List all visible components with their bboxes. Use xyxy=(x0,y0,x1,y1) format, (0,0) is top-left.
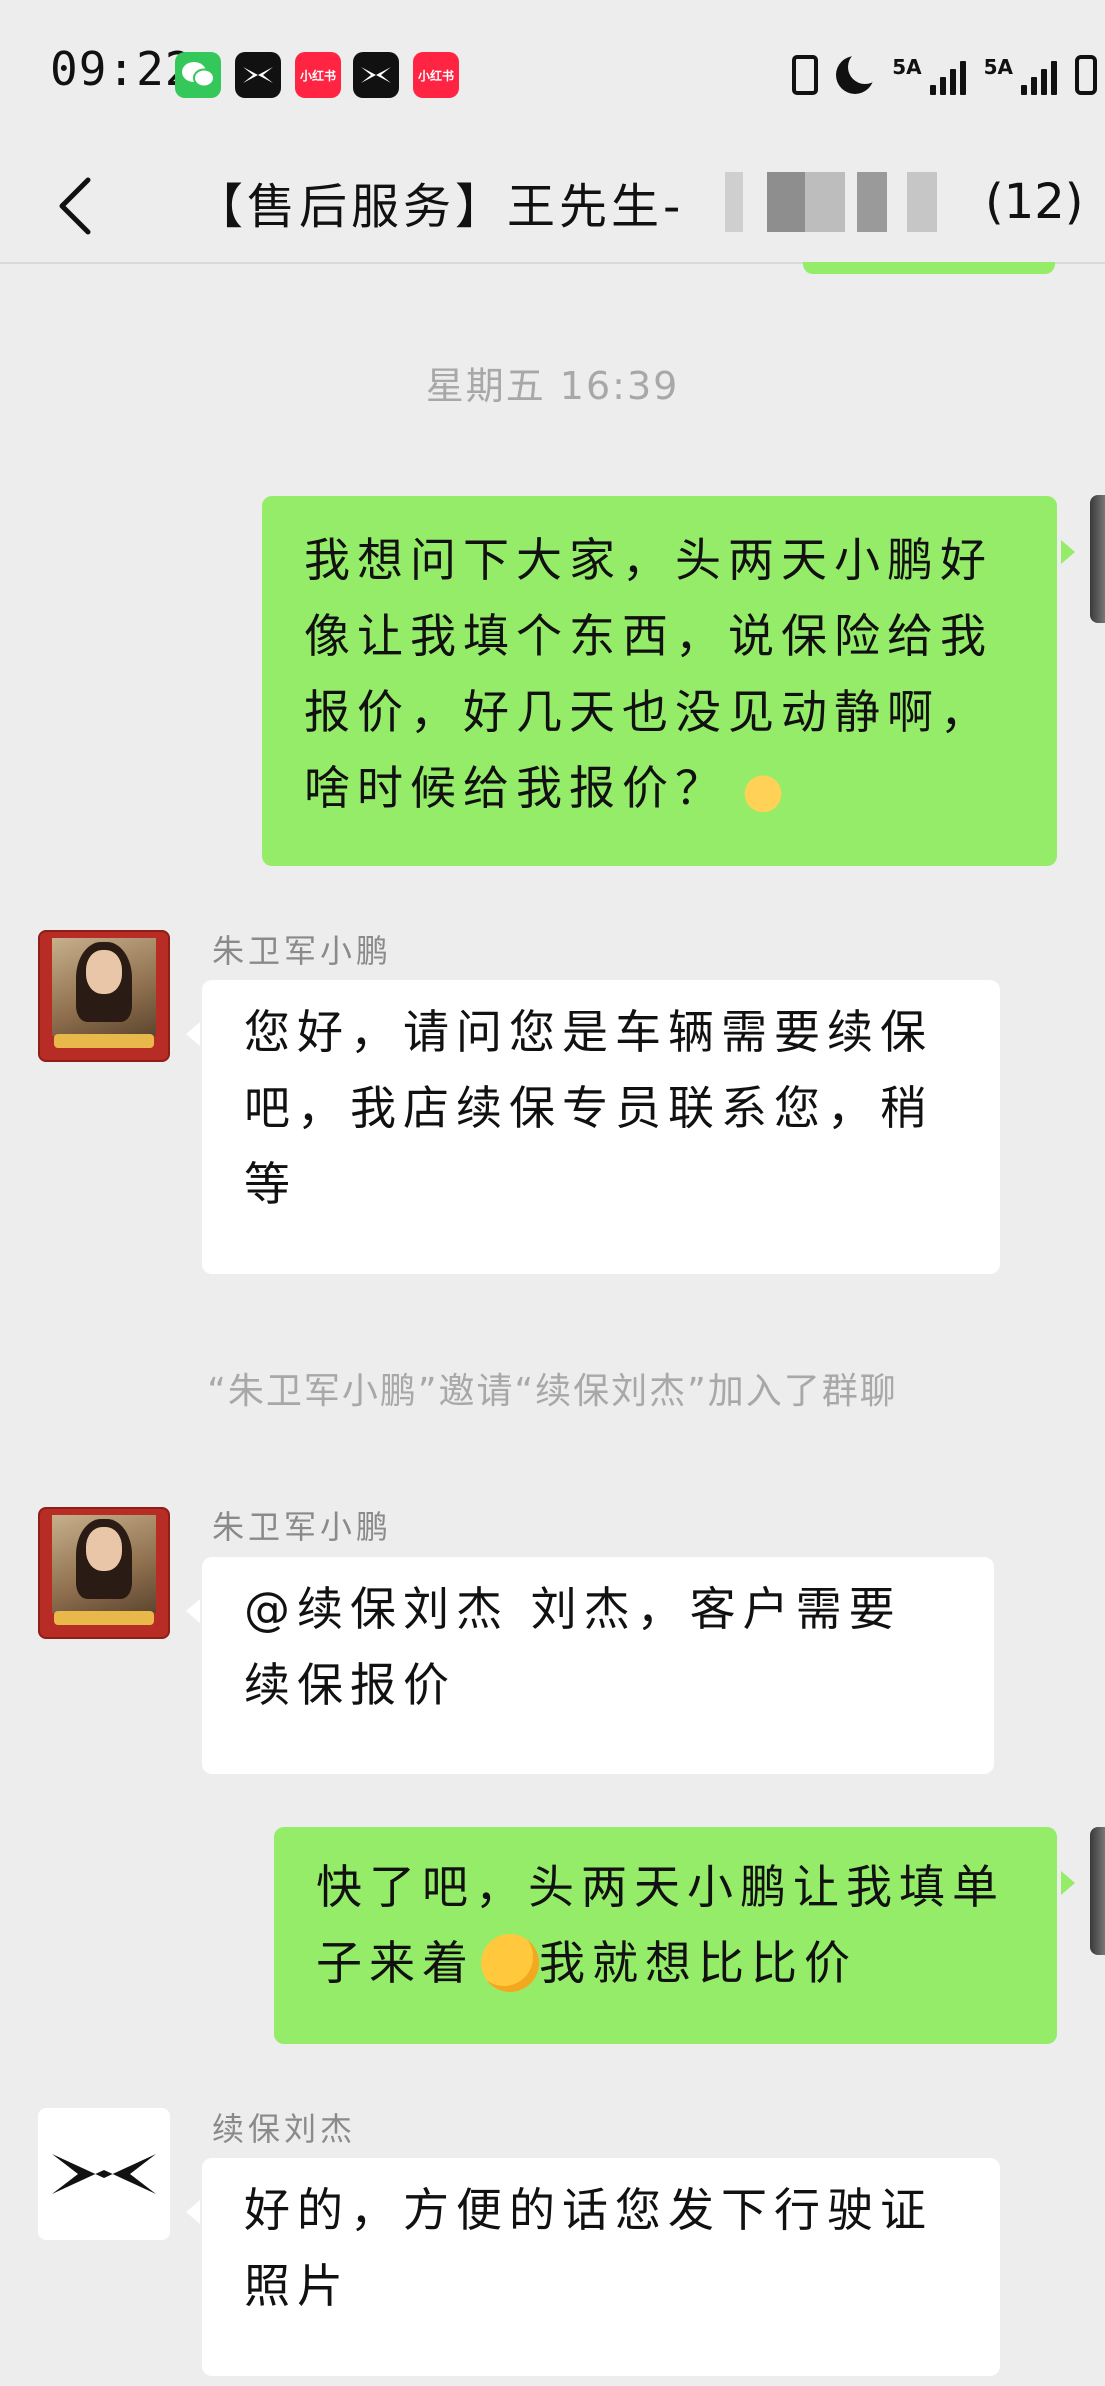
message-text: @续保刘杰 刘杰，客户需要续保报价 xyxy=(244,1582,902,1712)
member-count: (12) xyxy=(985,174,1084,230)
wechat-icon xyxy=(175,52,221,98)
sender-name: 续保刘杰 xyxy=(212,2110,357,2148)
xpeng-icon xyxy=(353,52,399,98)
network-type: 5A xyxy=(983,55,1013,79)
do-not-disturb-icon xyxy=(836,50,883,94)
sender-name: 朱卫军小鹏 xyxy=(212,1508,393,1546)
chevron-left-icon xyxy=(59,177,91,235)
outgoing-message[interactable]: 我想问下大家，头两天小鹏好像让我填个东西，说保险给我报价，好几天也没见动静啊，啥… xyxy=(262,496,1075,866)
back-button[interactable] xyxy=(48,170,108,240)
previous-message-bubble[interactable] xyxy=(803,262,1055,274)
status-bar: 09:22 小红书 小红书 5A 5A xyxy=(0,0,1105,150)
xpeng-logo-avatar[interactable] xyxy=(38,2108,170,2240)
xpeng-icon xyxy=(52,2154,156,2194)
redacted-name xyxy=(725,172,965,232)
message-text: 我想问下大家，头两天小鹏好像让我填个东西，说保险给我报价，好几天也没见动静啊，啥… xyxy=(304,533,993,815)
xiaohongshu-icon: 小红书 xyxy=(295,52,341,98)
self-avatar[interactable] xyxy=(1090,1827,1105,1955)
outgoing-message[interactable]: 快了吧，头两天小鹏让我填单子来着 我就想比比价 xyxy=(274,1827,1075,2044)
avatar[interactable] xyxy=(38,930,170,1062)
self-avatar[interactable] xyxy=(1090,495,1105,623)
signal-icon: 5A xyxy=(892,55,966,95)
system-message: “朱卫军小鹏”邀请“续保刘杰”加入了群聊 xyxy=(207,1371,898,1412)
sender-name: 朱卫军小鹏 xyxy=(212,932,393,970)
status-time: 09:22 xyxy=(50,42,194,96)
xiaohongshu-label: 小红书 xyxy=(417,68,454,83)
network-type: 5A xyxy=(892,55,922,79)
timestamp: 星期五 16:39 xyxy=(425,364,680,408)
status-indicators: 5A 5A xyxy=(792,50,1105,100)
xpeng-icon xyxy=(235,52,281,98)
thinking-face-emoji-icon xyxy=(481,1933,539,1992)
message-text: 好的，方便的话您发下行驶证照片 xyxy=(244,2183,933,2313)
message-text: 我就想比比价 xyxy=(539,1936,857,1990)
incoming-message[interactable]: @续保刘杰 刘杰，客户需要续保报价 xyxy=(186,1557,994,1774)
avatar[interactable] xyxy=(38,1507,170,1639)
xiaohongshu-icon: 小红书 xyxy=(413,52,459,98)
signal-icon: 5A xyxy=(984,55,1057,95)
battery-icon xyxy=(1075,55,1097,95)
pray-hands-emoji-icon xyxy=(734,758,792,817)
vibrate-icon xyxy=(792,55,819,95)
xiaohongshu-label: 小红书 xyxy=(299,68,336,83)
message-text: 您好，请问您是车辆需要续保吧，我店续保专员联系您，稍等 xyxy=(244,1005,933,1211)
chat-title[interactable]: 【售后服务】王先生- xyxy=(195,172,684,235)
incoming-message[interactable]: 好的，方便的话您发下行驶证照片 xyxy=(186,2158,1000,2376)
chat-header: 【售后服务】王先生- (12) xyxy=(0,150,1105,264)
incoming-message[interactable]: 您好，请问您是车辆需要续保吧，我店续保专员联系您，稍等 xyxy=(186,980,1000,1274)
